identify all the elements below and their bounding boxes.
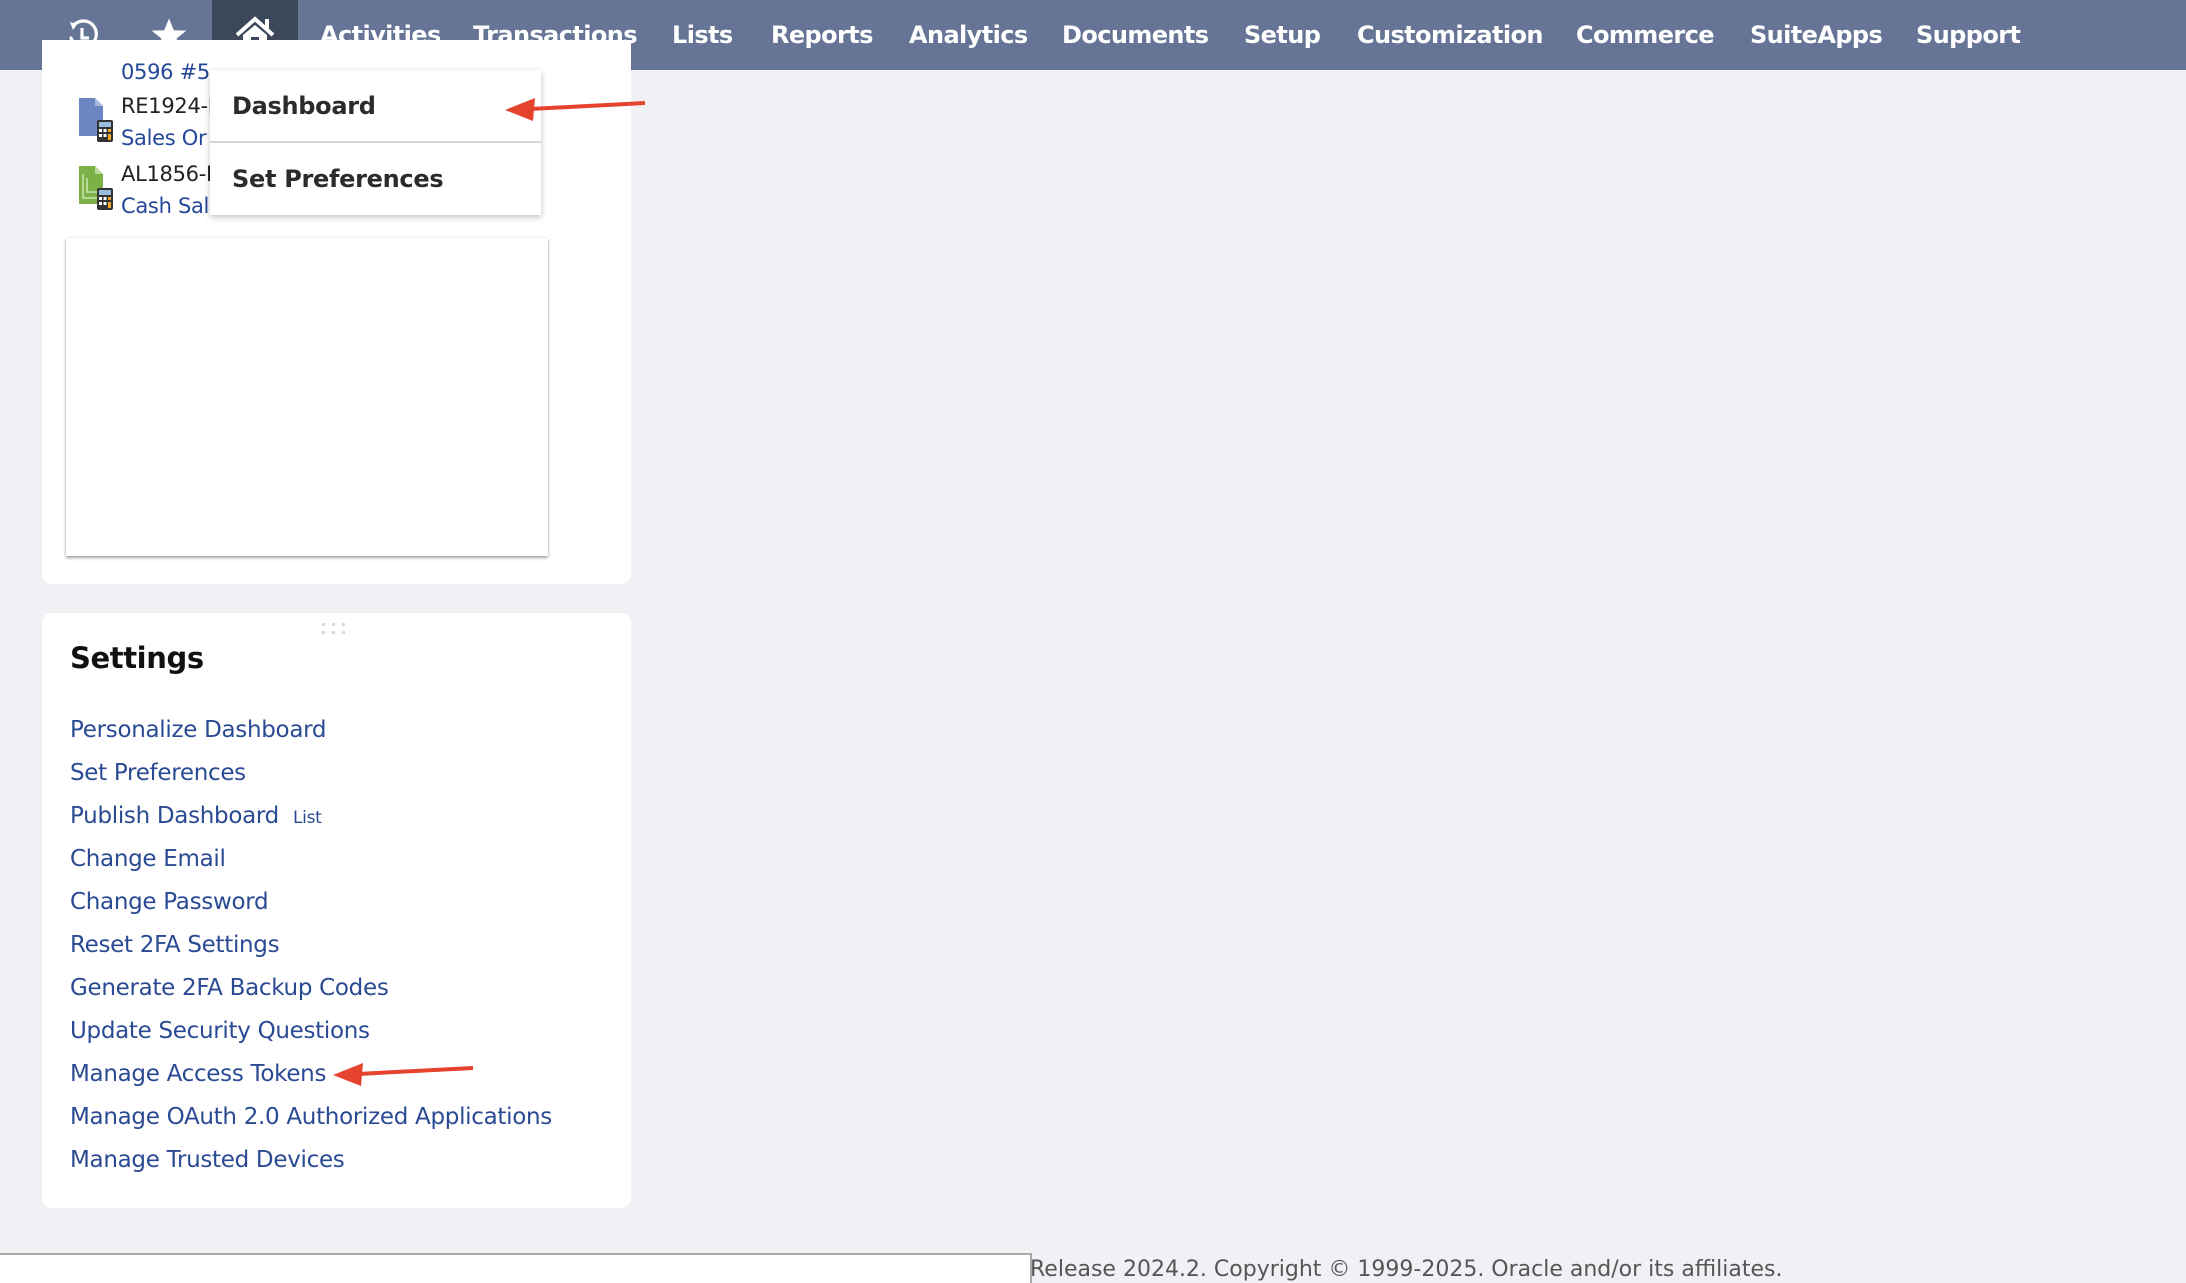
cash-sale-icon	[79, 166, 113, 210]
link-update-security-questions[interactable]: Update Security Questions	[70, 1014, 552, 1057]
footer-overlay-box	[0, 1253, 1032, 1283]
link-set-preferences[interactable]: Set Preferences	[70, 756, 552, 799]
nav-reports[interactable]: Reports	[771, 0, 873, 70]
link-manage-trusted-devices[interactable]: Manage Trusted Devices	[70, 1143, 552, 1186]
link-manage-oauth-apps[interactable]: Manage OAuth 2.0 Authorized Applications	[70, 1100, 552, 1143]
nav-suiteapps[interactable]: SuiteApps	[1750, 0, 1883, 70]
footer-copyright: Release 2024.2. Copyright © 1999-2025. O…	[1030, 1257, 1783, 1282]
link-personalize-dashboard[interactable]: Personalize Dashboard	[70, 713, 552, 756]
recent-record-link[interactable]: Sales Or	[121, 126, 207, 150]
portlet-content-panel	[66, 238, 548, 556]
nav-documents[interactable]: Documents	[1062, 0, 1209, 70]
link-publish-dashboard-row: Publish Dashboard List	[70, 799, 552, 842]
settings-title: Settings	[70, 641, 204, 675]
link-publish-dashboard-list[interactable]: List	[293, 808, 322, 828]
annotation-arrow-access-tokens	[333, 1063, 474, 1086]
nav-setup[interactable]: Setup	[1244, 0, 1321, 70]
record-code: RE1924-H	[121, 94, 224, 118]
record-code: AL1856-H	[121, 162, 222, 186]
menu-item-set-preferences[interactable]: Set Preferences	[210, 143, 541, 215]
nav-lists[interactable]: Lists	[672, 0, 733, 70]
link-change-password[interactable]: Change Password	[70, 885, 552, 928]
recent-record-link[interactable]: 0596 #5	[121, 60, 210, 84]
drag-handle-icon[interactable]	[322, 623, 346, 637]
annotation-arrow-dashboard	[505, 98, 646, 121]
sales-order-icon	[79, 98, 113, 142]
recent-record-link-row[interactable]: Sales Or	[121, 126, 207, 150]
link-change-email[interactable]: Change Email	[70, 842, 552, 885]
link-generate-2fa-backup-codes[interactable]: Generate 2FA Backup Codes	[70, 971, 552, 1014]
link-manage-access-tokens[interactable]: Manage Access Tokens	[70, 1057, 552, 1100]
nav-support[interactable]: Support	[1916, 0, 2021, 70]
nav-commerce[interactable]: Commerce	[1576, 0, 1715, 70]
recent-record-item[interactable]: AL1856-H	[121, 162, 222, 186]
link-reset-2fa-settings[interactable]: Reset 2FA Settings	[70, 928, 552, 971]
menu-item-dashboard[interactable]: Dashboard	[210, 70, 541, 142]
nav-analytics[interactable]: Analytics	[909, 0, 1028, 70]
recent-record-item[interactable]: RE1924-H	[121, 94, 224, 118]
link-publish-dashboard[interactable]: Publish Dashboard	[70, 803, 279, 829]
home-dropdown-menu: Dashboard Set Preferences	[210, 70, 541, 215]
settings-links: Personalize Dashboard Set Preferences Pu…	[70, 713, 552, 1186]
settings-portlet: Settings Personalize Dashboard Set Prefe…	[42, 613, 631, 1208]
nav-customization[interactable]: Customization	[1357, 0, 1543, 70]
recent-record-item[interactable]: 0596 #5	[121, 60, 210, 84]
